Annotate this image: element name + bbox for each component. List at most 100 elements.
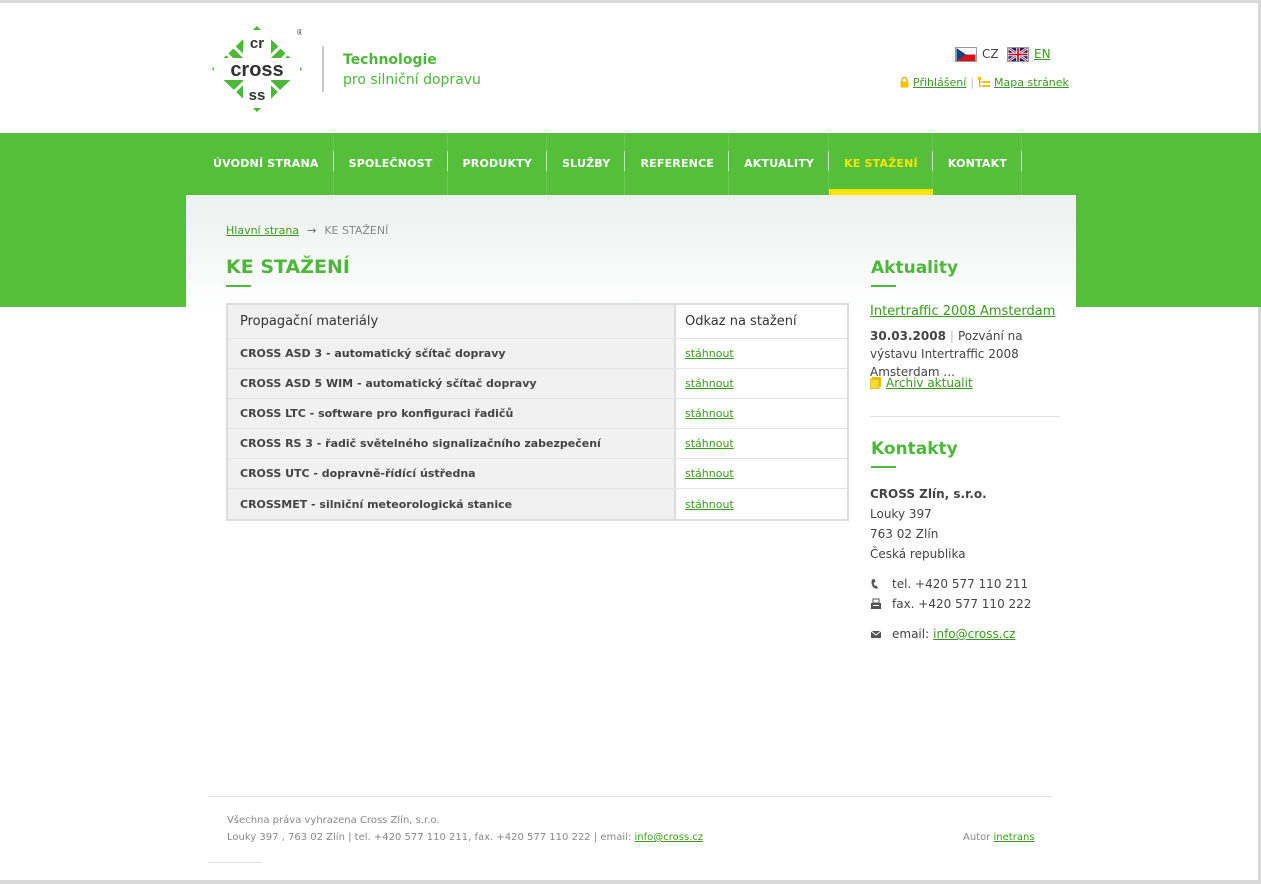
contact-tel: tel. +420 577 110 211 [870,577,1028,591]
lang-cz[interactable]: CZ [955,46,999,62]
footer-small-divider [208,862,262,863]
title-underline [226,285,251,287]
row-name: CROSSMET - silniční meteorologická stani… [228,489,676,519]
downloads-table: Propagační materiály Odkaz na stažení CR… [226,303,849,521]
nav-item-sluzby[interactable]: SLUŽBY [547,133,626,195]
tagline-line-1: Technologie [343,52,437,68]
column-header-link: Odkaz na stažení [676,305,847,338]
nav-label: SLUŽBY [562,157,611,170]
lang-cz-label: CZ [982,47,999,61]
nav-item-aktuality[interactable]: AKTUALITY [729,133,830,195]
news-item-link[interactable]: Intertraffic 2008 Amsterdam [870,304,1055,319]
nav-item-spolecnost[interactable]: SPOLEČNOST [334,133,448,195]
login-link[interactable]: Přihlášení [913,76,966,89]
phone-icon [871,579,878,589]
mail-icon [870,630,882,638]
contact-email-label: email: [892,627,930,641]
download-link[interactable]: stáhnout [685,377,734,390]
main-nav: ÚVODNÍ STRANA SPOLEČNOST PRODUKTY SLUŽBY… [198,133,1023,195]
contacts-heading-underline [871,466,896,468]
cross-logo[interactable]: cross cr ss ® [212,26,302,112]
nav-item-kontakt[interactable]: KONTAKT [933,133,1023,195]
row-name: CROSS RS 3 - řadič světelného signalizač… [228,429,676,458]
download-link[interactable]: stáhnout [685,347,734,360]
nav-item-uvodni-strana[interactable]: ÚVODNÍ STRANA [198,133,334,195]
nav-label: SPOLEČNOST [348,157,433,170]
nav-label: KE STAŽENÍ [844,157,918,170]
contact-city: 763 02 Zlín [870,527,939,541]
footer-author-link[interactable]: inetrans [994,832,1035,843]
download-link[interactable]: stáhnout [685,467,734,480]
nav-item-ke-stazeni[interactable]: KE STAŽENÍ [829,133,933,195]
table-row: CROSS ASD 5 WIM - automatický sčítač dop… [228,369,847,399]
table-row: CROSS ASD 3 - automatický sčítač dopravy… [228,339,847,369]
nav-item-reference[interactable]: REFERENCE [625,133,729,195]
utility-links: Přihlášení | Mapa stránek [900,76,1069,89]
row-name: CROSS LTC - software pro konfiguraci řad… [228,399,676,428]
window-frame-bottom [0,880,1261,884]
util-separator: | [970,76,975,89]
archive-link-row[interactable]: Archiv aktualit [870,376,973,390]
table-row: CROSS UTC - dopravně-řídící ústředna stá… [228,459,847,489]
table-row: CROSS LTC - software pro konfiguraci řad… [228,399,847,429]
logo-separator [322,46,324,92]
nav-label: REFERENCE [640,157,715,170]
fax-icon [871,598,881,609]
contact-email: email: info@cross.cz [870,627,1015,641]
footer-divider [208,796,1052,797]
column-header-materials: Propagační materiály [228,305,676,338]
sitemap-icon [978,77,991,87]
breadcrumb-current: KE STAŽENÍ [324,224,389,237]
row-name: CROSS UTC - dopravně-řídící ústředna [228,459,676,488]
contact-tel-text: tel. +420 577 110 211 [892,577,1029,591]
window-frame-top [0,0,1261,3]
svg-text:®: ® [297,28,302,37]
breadcrumb-home-link[interactable]: Hlavní strana [226,224,299,237]
contact-fax: fax. +420 577 110 222 [870,597,1031,611]
footer-rights: Všechna práva vyhrazena Cross Zlín, s.r.… [227,815,440,826]
table-row: CROSSMET - silniční meteorologická stani… [228,489,847,519]
page-title: KE STAŽENÍ [226,256,350,278]
download-link[interactable]: stáhnout [685,407,734,420]
arrow-right-icon: → [307,224,317,237]
download-link[interactable]: stáhnout [685,498,734,511]
sidebar-divider [870,416,1060,417]
news-separator: | [949,329,954,343]
nav-label: KONTAKT [947,157,1008,170]
table-row: CROSS RS 3 - řadič světelného signalizač… [228,429,847,459]
news-item-text: 30.03.2008 | Pozvání na výstavu Intertraff… [870,327,1060,381]
sitemap-link[interactable]: Mapa stránek [994,76,1069,89]
nav-item-produkty[interactable]: PRODUKTY [448,133,548,195]
nav-label: ÚVODNÍ STRANA [213,157,319,170]
contacts-heading: Kontakty [871,439,958,459]
archive-icon [870,377,881,389]
svg-text:cr: cr [250,35,264,52]
row-name: CROSS ASD 5 WIM - automatický sčítač dop… [228,369,676,398]
footer-email-link[interactable]: info@cross.cz [635,832,704,843]
footer-author: Autor inetrans [963,832,1035,843]
news-date: 30.03.2008 [870,329,946,343]
lang-en-label: EN [1034,47,1051,61]
contact-email-link[interactable]: info@cross.cz [933,627,1015,641]
news-heading-underline [871,285,896,287]
nav-label: PRODUKTY [462,157,533,170]
cz-flag-icon [955,46,977,62]
breadcrumb: Hlavní strana → KE STAŽENÍ [226,224,388,237]
table-header-row: Propagační materiály Odkaz na stažení [228,305,847,339]
contact-street: Louky 397 [870,507,932,521]
contact-company: CROSS Zlín, s.r.o. [870,487,987,501]
contact-country: Česká republika [870,547,966,561]
archive-link[interactable]: Archiv aktualit [886,376,973,390]
svg-text:cross: cross [230,59,283,81]
news-heading: Aktuality [871,258,959,278]
lang-en[interactable]: EN [1007,46,1051,62]
tagline-line-2: pro silniční dopravu [343,72,481,88]
footer-author-label: Autor [963,832,991,843]
footer-address: Louky 397 , 763 02 Zlín | tel. +420 577 … [227,832,703,843]
footer-address-text: Louky 397 , 763 02 Zlín | tel. +420 577 … [227,832,632,843]
row-name: CROSS ASD 3 - automatický sčítač dopravy [228,339,676,368]
nav-label: AKTUALITY [744,157,815,170]
download-link[interactable]: stáhnout [685,437,734,450]
tagline: Technologie pro silniční dopravu [343,50,481,90]
lock-icon [900,77,909,88]
